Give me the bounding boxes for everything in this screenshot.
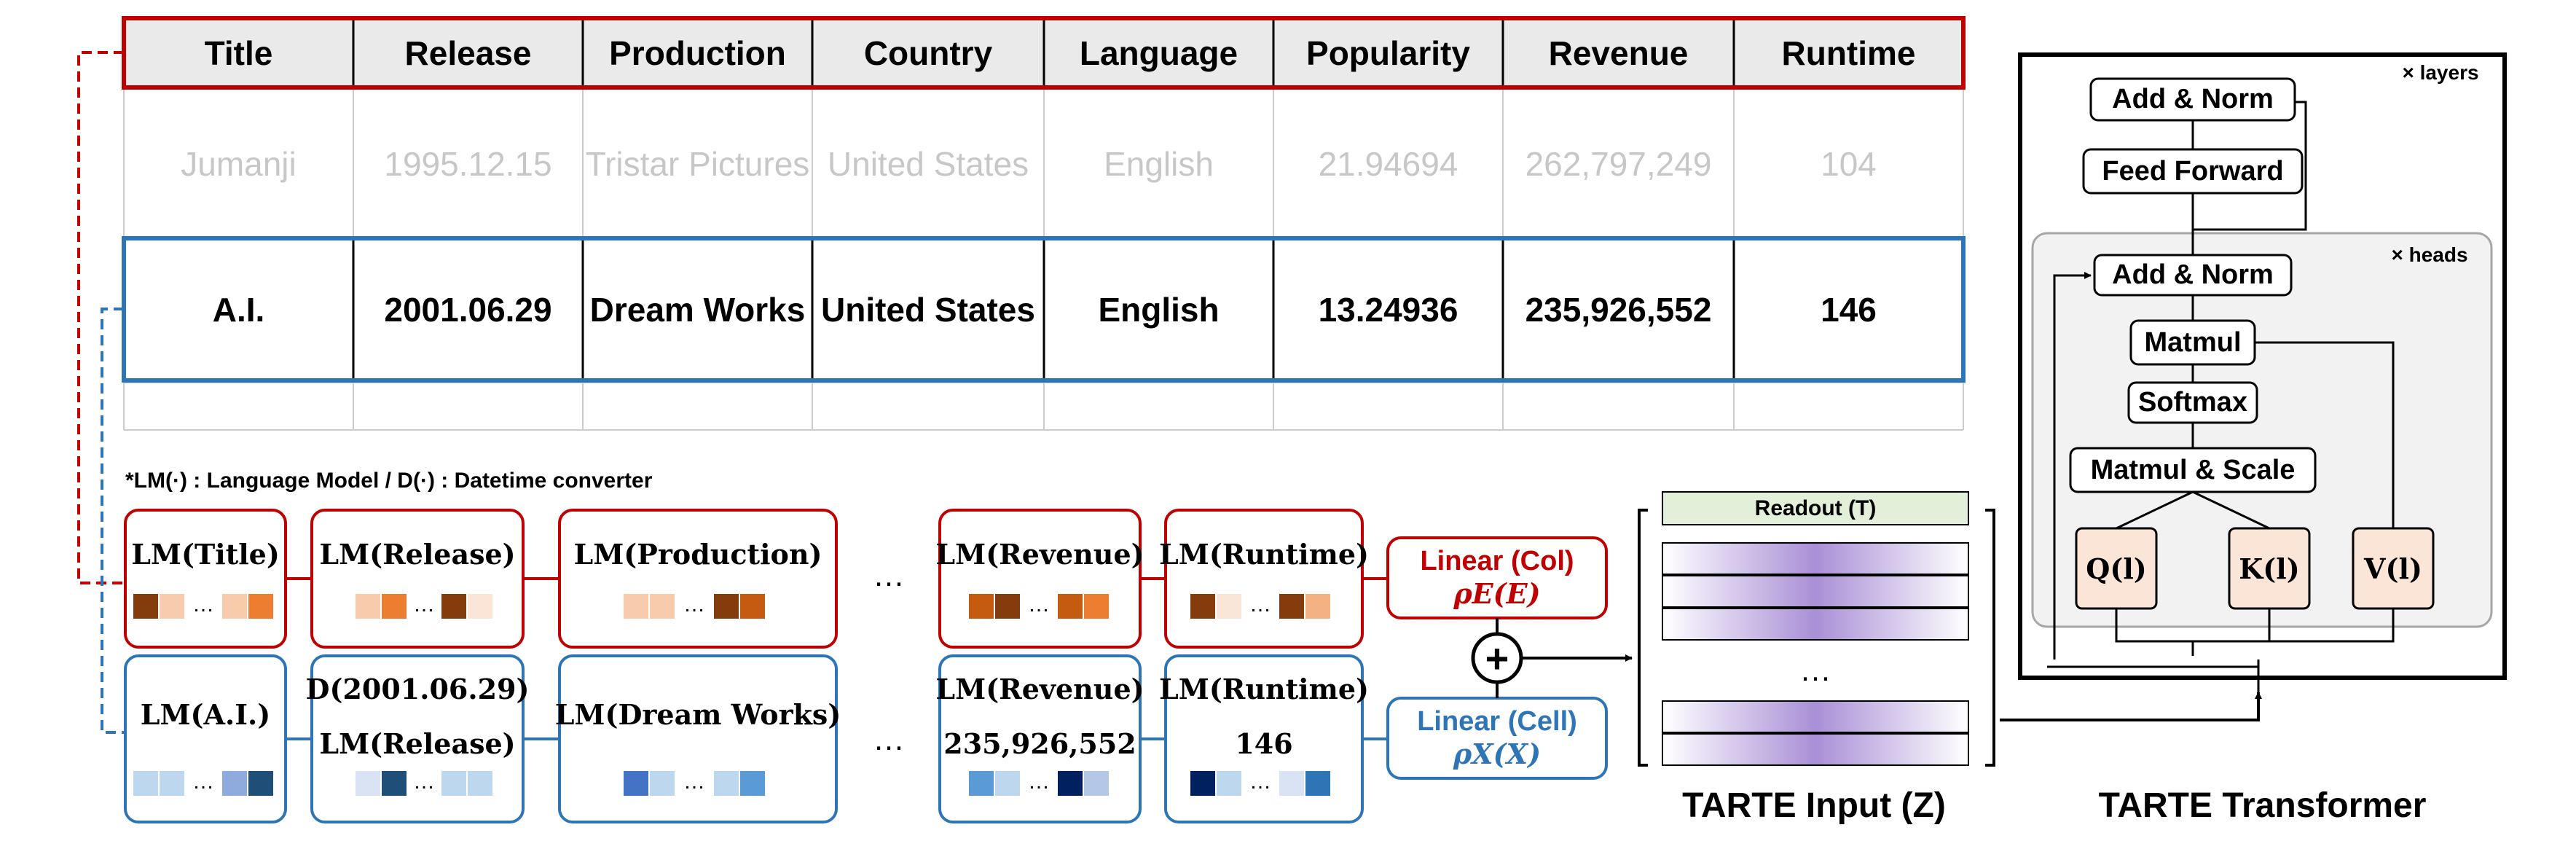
tarte-transformer-title: TARTE Transformer: [2098, 786, 2427, 825]
row-cell-language: English: [1098, 290, 1220, 329]
header-revenue: Revenue: [1548, 34, 1689, 72]
cell-dashed-connector: [101, 308, 124, 734]
linear-col-sub: ρE(E): [1453, 577, 1541, 610]
linear-col-box: Linear (Col) ρE(E): [1388, 538, 1606, 618]
layers-label: × layers: [2402, 61, 2479, 84]
cell-row-ellipsis: …: [873, 721, 905, 757]
header-release: Release: [404, 34, 532, 72]
col-box-production-label: LM(Production): [573, 537, 822, 571]
cell-box-runtime-top: LM(Runtime): [1159, 672, 1369, 705]
col-box-revenue-label: LM(Revenue): [935, 537, 1144, 571]
cell-box-release-top: D(2001.06.29): [305, 672, 530, 705]
input-token-5: [1662, 733, 1969, 766]
cell-swatch-ellipsis-3: …: [683, 770, 705, 794]
input-ellipsis: …: [1799, 652, 1831, 688]
heads-label: × heads: [2391, 243, 2468, 266]
faded-cell-production: Tristar Pictures: [585, 145, 810, 183]
tarte-input-title: TARTE Input (Z): [1682, 786, 1946, 825]
cell-swatch-ellipsis-1: …: [192, 770, 214, 794]
plus-sign: +: [1485, 635, 1509, 681]
cell-swatch-ellipsis-4: …: [1028, 770, 1050, 794]
query-label: Q(l): [2086, 552, 2147, 585]
header-country: Country: [863, 34, 993, 72]
key-label: K(l): [2239, 552, 2300, 585]
row-cell-country: United States: [821, 290, 1035, 329]
add-norm-inner-label: Add & Norm: [2112, 259, 2274, 290]
row-cell-title: A.I.: [212, 290, 265, 329]
feed-forward-label: Feed Forward: [2102, 155, 2284, 187]
col-swatch-ellipsis-1: …: [192, 592, 214, 617]
linear-cell-box: Linear (Cell) ρX(X): [1388, 698, 1606, 778]
faded-cell-runtime: 104: [1821, 145, 1877, 183]
col-box-title-label: LM(Title): [131, 537, 280, 571]
header-production: Production: [609, 34, 786, 72]
header-popularity: Popularity: [1306, 34, 1470, 72]
col-swatch-ellipsis-5: …: [1249, 592, 1271, 617]
col-box-runtime-label: LM(Runtime): [1159, 537, 1369, 571]
faded-cell-language: English: [1104, 145, 1214, 183]
row-cell-revenue: 235,926,552: [1525, 290, 1712, 329]
header-language: Language: [1079, 34, 1238, 72]
value-label: V(l): [2364, 552, 2422, 585]
col-box-release-label: LM(Release): [319, 537, 516, 571]
row-cell-popularity: 13.24936: [1318, 290, 1458, 329]
add-norm-outer-label: Add & Norm: [2112, 84, 2274, 114]
cell-swatch-ellipsis-2: …: [413, 770, 435, 794]
readout-label: Readout (T): [1754, 496, 1877, 520]
linear-cell-sub: ρX(X): [1453, 737, 1542, 770]
col-swatch-ellipsis-2: …: [413, 592, 435, 617]
matmul-scale-label: Matmul & Scale: [2090, 454, 2296, 485]
softmax-label: Softmax: [2138, 387, 2247, 418]
linear-col-label: Linear (Col): [1420, 546, 1574, 577]
cell-box-revenue-bottom: 235,926,552: [943, 727, 1136, 760]
cell-box-production-label: LM(Dream Works): [554, 697, 841, 731]
matmul-label: Matmul: [2144, 326, 2242, 358]
input-token-2: [1662, 575, 1969, 608]
input-token-3: [1662, 608, 1969, 641]
row-cell-runtime: 146: [1821, 290, 1877, 329]
input-token-1: [1662, 542, 1969, 575]
cell-box-release-bottom: LM(Release): [319, 727, 516, 760]
input-token-4: [1662, 700, 1969, 733]
linear-cell-label: Linear (Cell): [1417, 706, 1577, 737]
row-cell-release: 2001.06.29: [384, 290, 552, 329]
cell-swatch-ellipsis-5: …: [1249, 770, 1271, 794]
faded-cell-country: United States: [827, 145, 1029, 183]
faded-cell-revenue: 262,797,249: [1525, 145, 1712, 183]
col-row-ellipsis: …: [873, 557, 905, 593]
faded-cell-popularity: 21.94694: [1318, 145, 1458, 183]
col-swatch-ellipsis-3: …: [683, 592, 705, 617]
faded-cell-title: Jumanji: [181, 145, 297, 183]
cell-box-revenue-top: LM(Revenue): [935, 672, 1144, 705]
faded-cell-release: 1995.12.15: [384, 145, 552, 183]
footnote: *LM(·) : Language Model / D(·) : Datetim…: [125, 469, 653, 493]
col-swatch-ellipsis-4: …: [1028, 592, 1050, 617]
cell-box-ai-label: LM(A.I.): [140, 697, 271, 731]
header-title: Title: [204, 34, 273, 72]
row-cell-production: Dream Works: [589, 290, 806, 329]
cell-box-runtime-bottom: 146: [1235, 727, 1293, 760]
header-runtime: Runtime: [1781, 34, 1916, 72]
